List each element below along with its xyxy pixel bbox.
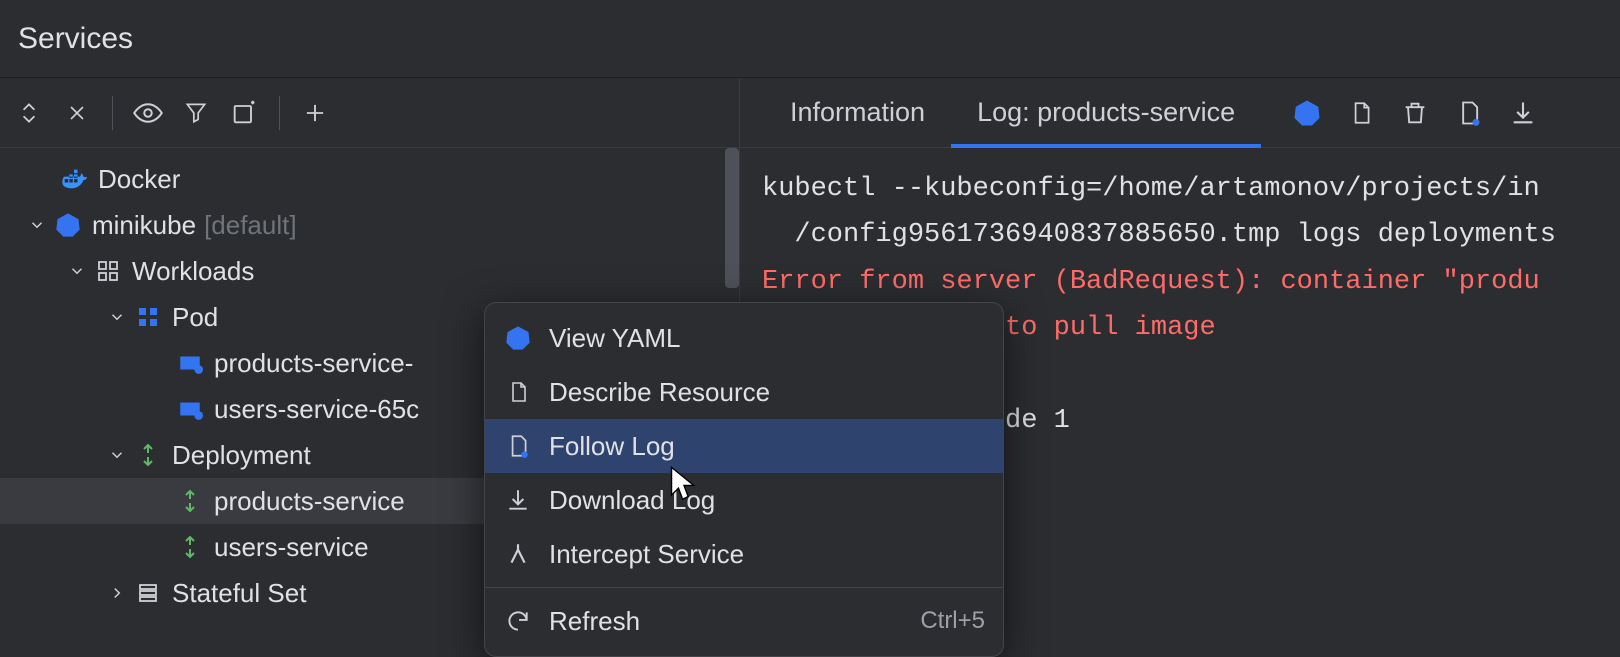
menu-label: View YAML <box>549 323 681 354</box>
tree-node-minikube[interactable]: minikube [default] <box>0 202 739 248</box>
log-line: /config9561736940837885650.tmp logs depl… <box>762 220 1556 250</box>
container-icon <box>176 395 204 423</box>
tree-label: products-service- <box>214 348 413 379</box>
tab-label: Log: products-service <box>977 97 1235 128</box>
menu-intercept-service[interactable]: Intercept Service <box>485 527 1003 581</box>
toolbar-separator <box>112 96 113 130</box>
menu-label: Download Log <box>549 485 715 516</box>
context-menu: View YAML Describe Resource Follow Log D… <box>484 302 1004 657</box>
download-icon[interactable] <box>1505 95 1541 131</box>
menu-label: Describe Resource <box>549 377 770 408</box>
tree-label: products-service <box>214 486 405 517</box>
tree-label: Deployment <box>172 440 311 471</box>
intercept-icon <box>503 539 533 569</box>
tree-label: Workloads <box>132 256 254 287</box>
refresh-icon <box>503 606 533 636</box>
scrollbar-thumb[interactable] <box>725 148 739 288</box>
chevron-down-icon[interactable] <box>66 260 88 282</box>
menu-follow-log[interactable]: Follow Log <box>485 419 1003 473</box>
kubernetes-icon <box>54 211 82 239</box>
deployment-icon <box>176 487 204 515</box>
chevron-down-icon[interactable] <box>106 444 128 466</box>
docker-icon <box>60 165 88 193</box>
download-icon <box>503 485 533 515</box>
trash-icon[interactable] <box>1397 95 1433 131</box>
detail-tabs: Information Log: products-service <box>740 78 1620 148</box>
menu-shortcut: Ctrl+5 <box>920 607 985 635</box>
grid-icon <box>94 257 122 285</box>
menu-label: Intercept Service <box>549 539 744 570</box>
kubernetes-icon <box>503 323 533 353</box>
follow-log-icon <box>503 431 533 461</box>
title-bar: Services <box>0 0 1620 78</box>
tab-label: Information <box>790 97 925 128</box>
chevron-down-icon[interactable] <box>106 306 128 328</box>
tree-node-workloads[interactable]: Workloads <box>0 248 739 294</box>
chevron-right-icon[interactable] <box>106 582 128 604</box>
follow-log-icon[interactable] <box>1451 95 1487 131</box>
tree-label: users-service <box>214 532 369 563</box>
panel-title: Services <box>18 22 133 56</box>
kubernetes-settings-icon[interactable] <box>1289 95 1325 131</box>
document-icon <box>503 377 533 407</box>
tab-information[interactable]: Information <box>764 78 951 147</box>
menu-download-log[interactable]: Download Log <box>485 473 1003 527</box>
add-icon[interactable] <box>292 90 338 136</box>
tree-label: minikube <box>92 210 196 241</box>
menu-view-yaml[interactable]: View YAML <box>485 311 1003 365</box>
tree-label: Pod <box>172 302 218 333</box>
tree-toolbar <box>0 78 739 148</box>
menu-describe-resource[interactable]: Describe Resource <box>485 365 1003 419</box>
statefulset-icon <box>134 579 162 607</box>
document-icon[interactable] <box>1343 95 1379 131</box>
close-icon[interactable] <box>54 90 100 136</box>
filter-icon[interactable] <box>173 90 219 136</box>
chevron-down-icon[interactable] <box>26 214 48 236</box>
menu-label: Refresh <box>549 606 640 637</box>
container-icon <box>176 349 204 377</box>
eye-icon[interactable] <box>125 90 171 136</box>
menu-label: Follow Log <box>549 431 675 462</box>
deployment-icon <box>176 533 204 561</box>
tree-label: Docker <box>98 164 180 195</box>
tree-suffix: [default] <box>204 210 297 241</box>
new-window-icon[interactable] <box>221 90 267 136</box>
log-line-error: Error from server (BadRequest): containe… <box>762 267 1540 297</box>
expand-collapse-icon[interactable] <box>6 90 52 136</box>
deployment-icon <box>134 441 162 469</box>
tab-actions <box>1289 95 1541 131</box>
menu-separator <box>485 587 1003 588</box>
toolbar-separator <box>279 96 280 130</box>
tree-label: users-service-65c <box>214 394 419 425</box>
pod-icon <box>134 303 162 331</box>
tree-node-docker[interactable]: Docker <box>0 156 739 202</box>
menu-refresh[interactable]: Refresh Ctrl+5 <box>485 594 1003 648</box>
tree-label: Stateful Set <box>172 578 306 609</box>
tab-log[interactable]: Log: products-service <box>951 78 1261 147</box>
log-line: kubectl --kubeconfig=/home/artamonov/pro… <box>762 174 1540 204</box>
